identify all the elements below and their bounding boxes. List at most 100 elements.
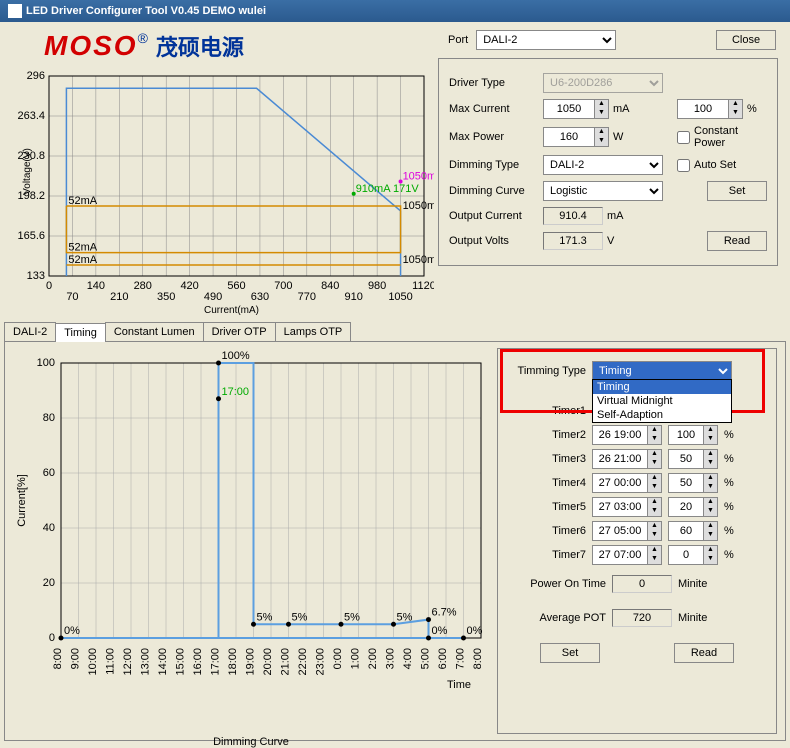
timer-pct-stepper[interactable]: ▲▼ <box>668 449 718 469</box>
svg-text:350: 350 <box>157 291 175 303</box>
tab-lamps-otp[interactable]: Lamps OTP <box>275 322 352 341</box>
timer1-label: Timer1 <box>506 405 586 417</box>
svg-text:1:00: 1:00 <box>350 648 362 669</box>
svg-text:560: 560 <box>227 280 245 292</box>
dropdown-option-timing[interactable]: Timing <box>593 380 731 394</box>
svg-text:40: 40 <box>43 522 55 534</box>
dimming-curve-select[interactable]: Logistic <box>543 181 663 201</box>
svg-text:16:00: 16:00 <box>192 648 204 676</box>
svg-text:5%: 5% <box>292 611 308 623</box>
max-current-pct-unit: % <box>747 103 767 115</box>
svg-text:23:00: 23:00 <box>315 648 327 676</box>
svg-text:19:00: 19:00 <box>245 648 257 676</box>
svg-text:22:00: 22:00 <box>297 648 309 676</box>
timer-time-stepper[interactable]: ▲▼ <box>592 497 662 517</box>
timer-pct-stepper[interactable]: ▲▼ <box>668 521 718 541</box>
svg-text:910: 910 <box>345 291 363 303</box>
svg-text:11:00: 11:00 <box>105 648 117 675</box>
svg-text:5%: 5% <box>344 611 360 623</box>
svg-text:7:00: 7:00 <box>455 648 467 669</box>
svg-text:0%: 0% <box>64 625 80 637</box>
timer-label: Timer5 <box>506 501 586 513</box>
window-titlebar: LED Driver Configurer Tool V0.45 DEMO wu… <box>0 0 790 22</box>
window-title: LED Driver Configurer Tool V0.45 DEMO wu… <box>26 5 266 17</box>
svg-text:80: 80 <box>43 412 55 424</box>
dimming-curve-chart: 020406080100Current[%]8:009:0010:0011:00… <box>11 348 491 698</box>
timer-pct-stepper[interactable]: ▲▼ <box>668 497 718 517</box>
svg-text:980: 980 <box>368 280 386 292</box>
timer-time-stepper[interactable]: ▲▼ <box>592 521 662 541</box>
svg-text:8:00: 8:00 <box>52 648 64 669</box>
svg-text:100%: 100% <box>222 350 250 362</box>
timer-pct-stepper[interactable]: ▲▼ <box>668 545 718 565</box>
power-on-time-value: 0 <box>612 575 672 593</box>
svg-text:1120: 1120 <box>412 280 434 292</box>
logo: MOSO® 茂硕电源 <box>4 26 434 66</box>
tab-driver-otp[interactable]: Driver OTP <box>203 322 276 341</box>
svg-text:Current[%]: Current[%] <box>16 474 28 527</box>
svg-text:210: 210 <box>110 291 128 303</box>
port-select[interactable]: DALI-2 <box>476 30 616 50</box>
svg-text:490: 490 <box>204 291 222 303</box>
timer-pct-stepper[interactable]: ▲▼ <box>668 425 718 445</box>
tab-constant-lumen[interactable]: Constant Lumen <box>105 322 204 341</box>
read-button[interactable]: Read <box>707 231 767 251</box>
auto-set-checkbox[interactable]: Auto Set <box>677 159 767 172</box>
svg-text:165.6: 165.6 <box>17 230 45 242</box>
constant-power-checkbox[interactable]: Constant Power <box>677 125 767 149</box>
svg-text:910mA 171V: 910mA 171V <box>356 183 420 195</box>
timing-type-dropdown: Timing Virtual Midnight Self-Adaption <box>592 379 732 423</box>
svg-text:10:00: 10:00 <box>87 648 99 676</box>
svg-text:70: 70 <box>66 291 78 303</box>
driver-type-select[interactable]: U6-200D286 <box>543 73 663 93</box>
svg-text:6:00: 6:00 <box>437 648 449 669</box>
tab-dali2[interactable]: DALI-2 <box>4 322 56 341</box>
power-on-time-unit: Minite <box>678 578 707 590</box>
svg-text:263.4: 263.4 <box>17 110 45 122</box>
svg-text:0: 0 <box>49 632 55 644</box>
timing-panel: Timming Type Timing Timing Virtual Midni… <box>497 348 777 734</box>
timer-time-stepper[interactable]: ▲▼ <box>592 545 662 565</box>
dropdown-option-self-adaption[interactable]: Self-Adaption <box>593 408 731 422</box>
max-current-pct-stepper[interactable]: ▲▼ <box>677 99 743 119</box>
dropdown-option-virtual-midnight[interactable]: Virtual Midnight <box>593 394 731 408</box>
dimming-type-select[interactable]: DALI-2 <box>543 155 663 175</box>
svg-text:20:00: 20:00 <box>262 648 274 676</box>
max-power-stepper[interactable]: ▲▼ <box>543 127 609 147</box>
close-button[interactable]: Close <box>716 30 776 50</box>
timing-type-select[interactable]: Timing <box>592 361 732 381</box>
svg-text:18:00: 18:00 <box>227 648 239 676</box>
power-on-time-label: Power On Time <box>506 578 606 590</box>
chart2-title: Dimming Curve <box>11 736 491 748</box>
max-power-unit: W <box>613 131 633 143</box>
max-current-label: Max Current <box>449 103 539 115</box>
timer-time-stepper[interactable]: ▲▼ <box>592 449 662 469</box>
svg-text:60: 60 <box>43 467 55 479</box>
svg-text:13:00: 13:00 <box>140 648 152 676</box>
svg-text:9:00: 9:00 <box>70 648 82 669</box>
max-current-unit: mA <box>613 103 633 115</box>
output-current-value: 910.4 <box>543 207 603 225</box>
svg-text:6.7%: 6.7% <box>432 607 457 619</box>
timer-label: Timer7 <box>506 549 586 561</box>
app-icon <box>8 4 22 18</box>
output-current-label: Output Current <box>449 210 539 222</box>
driver-type-label: Driver Type <box>449 77 539 89</box>
svg-text:0:00: 0:00 <box>332 648 344 669</box>
timer-pct-stepper[interactable]: ▲▼ <box>668 473 718 493</box>
timing-set-button[interactable]: Set <box>540 643 600 663</box>
svg-text:5:00: 5:00 <box>420 648 432 669</box>
timer-time-stepper[interactable]: ▲▼ <box>592 473 662 493</box>
svg-text:17:00: 17:00 <box>222 386 250 398</box>
timer-time-stepper[interactable]: ▲▼ <box>592 425 662 445</box>
max-current-stepper[interactable]: ▲▼ <box>543 99 609 119</box>
tab-timing[interactable]: Timing <box>55 323 106 342</box>
settings-panel: Driver Type U6-200D286 Max Current ▲▼ mA… <box>438 58 778 266</box>
set-button[interactable]: Set <box>707 181 767 201</box>
logo-cn: 茂硕电源 <box>156 30 244 62</box>
svg-text:1050mA: 1050mA <box>403 254 434 266</box>
timer-label: Timer4 <box>506 477 586 489</box>
timing-read-button[interactable]: Read <box>674 643 734 663</box>
svg-text:4:00: 4:00 <box>402 648 414 669</box>
tab-content-timing: 020406080100Current[%]8:009:0010:0011:00… <box>4 341 786 741</box>
